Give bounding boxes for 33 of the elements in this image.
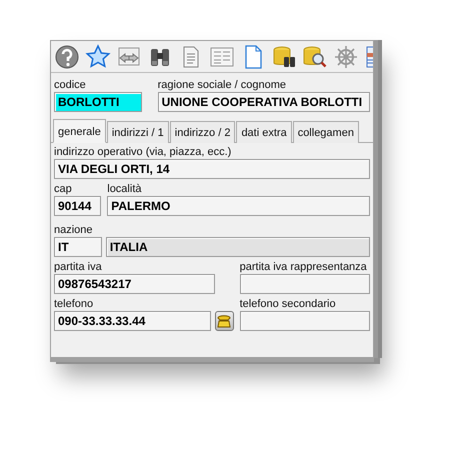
text-field[interactable]: 090-33.33.33.44 <box>54 311 211 331</box>
field-label: partita iva rappresentanza <box>240 260 367 274</box>
tab[interactable]: collegamen <box>292 121 359 143</box>
tab[interactable]: indirizzo / 2 <box>170 121 236 143</box>
field-label: località <box>107 182 142 196</box>
field-label: nazione <box>54 223 93 237</box>
field-label: ragione sociale / cognome <box>158 78 286 92</box>
phone-button[interactable] <box>214 311 234 331</box>
text-field[interactable]: VIA DEGLI ORTI, 14 <box>54 159 370 179</box>
text-field[interactable]: PALERMO <box>107 196 370 216</box>
tab[interactable]: dati extra <box>236 121 292 143</box>
text-field[interactable] <box>240 311 370 331</box>
phone-icon <box>216 314 232 328</box>
field-label: telefono secondario <box>240 297 336 311</box>
text-field[interactable]: 90144 <box>54 196 102 216</box>
tab[interactable]: generale <box>53 119 106 143</box>
help-icon[interactable] <box>54 44 80 70</box>
text-field[interactable]: ITALIA <box>106 237 370 257</box>
field-label: partita iva <box>54 260 102 274</box>
ship-wheel-icon[interactable] <box>333 44 359 70</box>
star-icon[interactable] <box>85 44 111 70</box>
field-label: cap <box>54 182 72 196</box>
field-label: indirizzo operativo (via, piazza, ecc.) <box>54 145 232 159</box>
text-field[interactable]: 09876543217 <box>54 274 215 294</box>
text-field[interactable] <box>240 274 370 294</box>
field-label: codice <box>54 78 86 92</box>
tab[interactable]: indirizzi / 1 <box>106 121 169 143</box>
database-search-icon[interactable] <box>302 44 328 70</box>
field-label: telefono <box>54 297 94 311</box>
text-field[interactable]: BORLOTTI <box>54 92 142 112</box>
database-binoculars-icon[interactable] <box>271 44 297 70</box>
text-field[interactable]: UNIONE COOPERATIVA BORLOTTI <box>158 92 370 112</box>
text-field[interactable]: IT <box>54 237 102 257</box>
